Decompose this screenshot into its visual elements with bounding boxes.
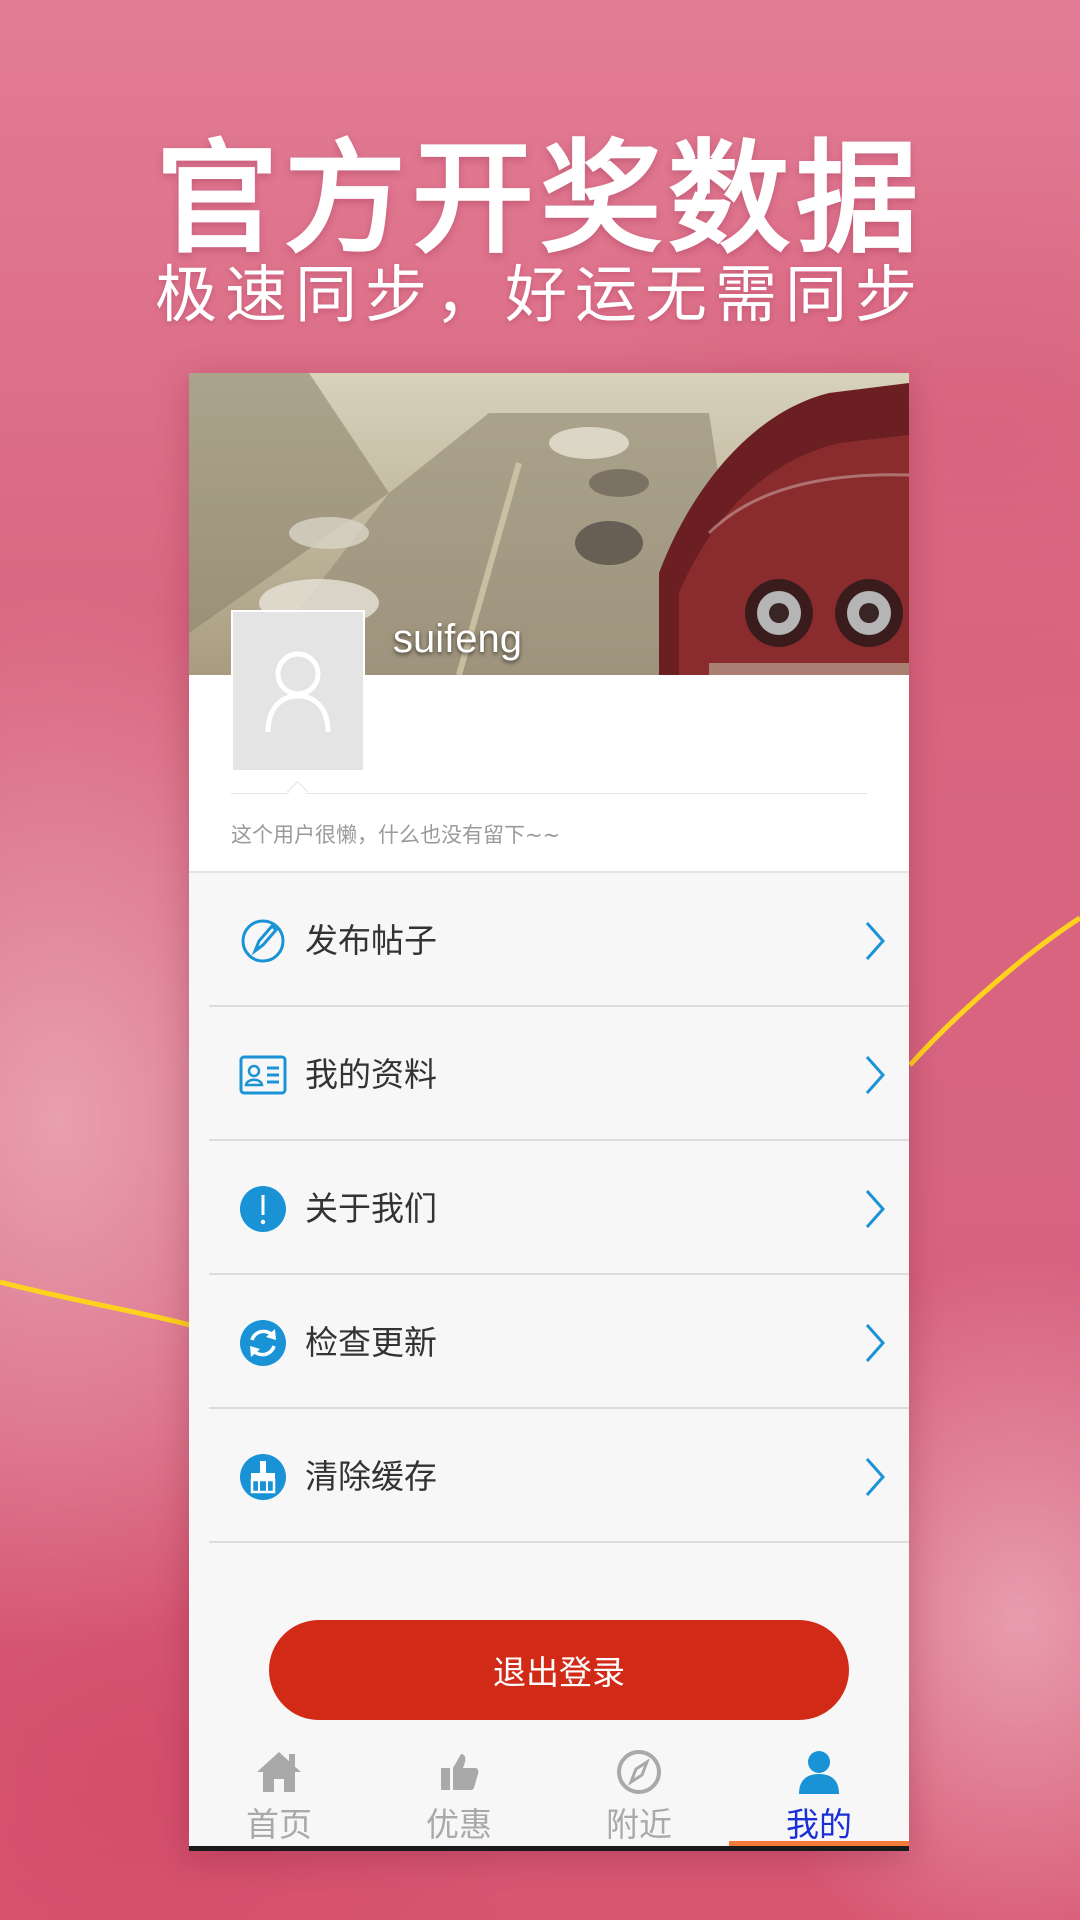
edit-pen-icon [241,919,285,963]
thumbs-up-icon [441,1754,479,1790]
chevron-right-icon [865,922,886,960]
menu-item-clear-cache[interactable]: 清除缓存 [209,1409,909,1543]
avatar[interactable] [231,610,365,772]
menu-item-about-us[interactable]: 关于我们 [209,1141,909,1275]
info-exclamation-icon [240,1186,286,1232]
logout-button[interactable]: 退出登录 [269,1620,849,1720]
tab-label: 优惠 [426,1805,492,1844]
tab-label: 我的 [786,1805,852,1844]
compass-icon [617,1750,661,1794]
chevron-right-icon [865,1190,886,1228]
refresh-icon [240,1320,286,1366]
menu-item-label: 关于我们 [305,1189,437,1228]
home-icon [257,1752,301,1792]
menu-item-post[interactable]: 发布帖子 [209,873,909,1007]
tab-home[interactable]: 首页 [189,1736,369,1851]
broom-icon [240,1454,286,1500]
menu-item-check-update[interactable]: 检查更新 [209,1275,909,1409]
tab-label: 首页 [246,1805,312,1844]
user-icon [799,1751,839,1794]
active-tab-indicator [729,1841,909,1846]
profile-divider [231,793,867,794]
chevron-right-icon [865,1056,886,1094]
phone-screen: suifeng 这个用户很懒，什么也没有留下~~ 发布帖子 我的资料 关于我们 … [189,373,909,1851]
menu-item-label: 清除缓存 [305,1457,437,1496]
settings-menu: 发布帖子 我的资料 关于我们 检查更新 清除缓存 [189,873,909,1543]
tab-deals[interactable]: 优惠 [369,1736,549,1851]
chevron-right-icon [865,1458,886,1496]
menu-item-my-profile[interactable]: 我的资料 [209,1007,909,1141]
tab-nearby[interactable]: 附近 [549,1736,729,1851]
promo-subline: 极速同步，好运无需同步 [154,258,925,331]
tab-mine[interactable]: 我的 [729,1736,909,1851]
bottom-edge-bar [189,1846,909,1851]
user-bio: 这个用户很懒，什么也没有留下~~ [231,823,561,847]
chevron-right-icon [865,1324,886,1362]
menu-item-label: 我的资料 [305,1055,437,1094]
username: suifeng [393,617,522,661]
menu-item-label: 检查更新 [305,1323,437,1362]
tab-label: 附近 [606,1805,672,1844]
default-user-icon [265,651,331,733]
profile-card-icon [239,1055,287,1095]
menu-item-label: 发布帖子 [305,921,437,960]
bottom-tab-bar: 首页 优惠 附近 我的 [189,1736,909,1851]
